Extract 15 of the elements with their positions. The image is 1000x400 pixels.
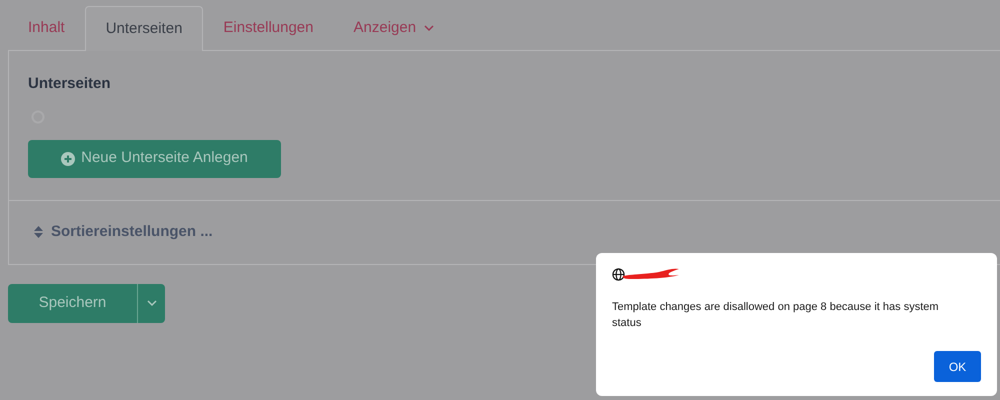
- sort-icon: [34, 226, 43, 238]
- dialog-message: Template changes are disallowed on page 8 because it has system status: [612, 300, 940, 331]
- plus-circle-icon: [61, 152, 76, 166]
- tab[interactable]: Unterseiten: [84, 6, 204, 51]
- tab[interactable]: Einstellungen: [203, 6, 334, 50]
- save-button[interactable]: Speichern: [8, 284, 138, 322]
- section-heading: Unterseiten: [28, 74, 112, 94]
- sort-settings-toggle[interactable]: Sortiereinstellungen ...: [9, 200, 213, 264]
- globe-icon: [612, 268, 625, 280]
- add-subpage-button[interactable]: Neue Unterseite Anlegen: [28, 140, 281, 178]
- tab[interactable]: Inhalt: [8, 6, 85, 50]
- chevron-down-icon: [424, 24, 434, 32]
- ok-button[interactable]: OK: [934, 351, 981, 382]
- tab[interactable]: Anzeigen: [334, 6, 454, 50]
- chevron-down-icon: [146, 300, 156, 306]
